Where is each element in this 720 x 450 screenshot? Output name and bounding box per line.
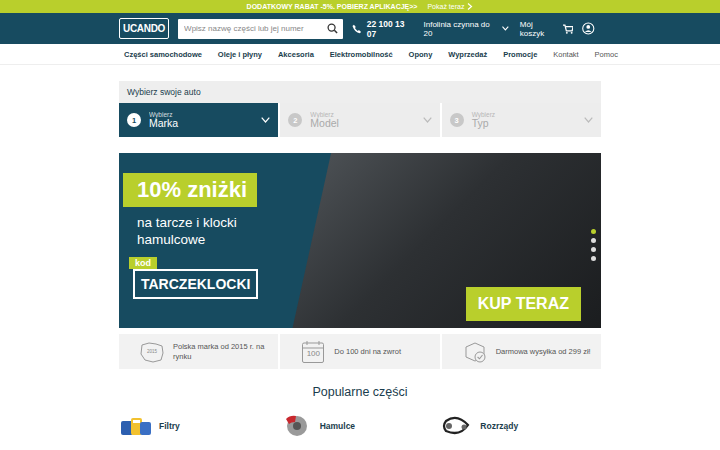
step-hint: Wybierz [472,111,576,118]
carousel-dots [591,229,596,261]
logo[interactable]: UCANDO [119,18,169,39]
cart-label: Mój koszyk [520,20,558,38]
calendar-badge: 100 [307,349,320,358]
promo-banner[interactable]: 10% zniżki na tarcze i klocki hamulcowe ko… [119,153,601,328]
feature-text: Do 100 dni na zwrot [334,347,401,357]
content: Wybierz swoje auto1WybierzMarka2WybierzM… [119,65,601,437]
cart-icon [563,24,574,34]
feature-text: Polska marka od 2015 r. na rynku [173,342,268,362]
nav-item[interactable]: Oleje i płyny [218,50,262,59]
banner-subtitle: na tarcze i klocki hamulcowe [123,215,272,249]
category-label: Hamulce [320,421,355,431]
hotline[interactable]: Infolinia czynna do 20 [423,20,508,38]
category-item[interactable]: Rozrządy [440,415,601,437]
buy-button[interactable]: KUP TERAZ [466,287,581,321]
nav-item[interactable]: Elektromobilność [330,50,393,59]
popular-title: Popularne części [119,385,601,399]
step-number: 1 [127,113,141,127]
category-label: Rozrządy [480,421,518,431]
step-dropdown[interactable]: 2 WybierzModel [280,103,439,137]
chevron-down-icon [423,117,432,123]
nav-item[interactable]: Akcesoria [278,50,314,59]
banner-headline: 10% zniżki [123,173,257,207]
phone-icon [352,24,362,34]
chevron-down-icon [261,117,270,123]
category-item[interactable]: Filtry [119,415,280,437]
main-nav: Części samochodowe Oleje i płyny Akcesoria… [0,44,720,65]
step-text: WybierzModel [310,111,414,130]
step-label: Marka [149,118,253,130]
phone[interactable]: 22 100 13 07 [352,19,414,39]
nav-item[interactable]: Kontakt [553,50,578,59]
step-dropdown[interactable]: 3 WybierzTyp [442,103,601,137]
step-number: 3 [450,113,464,127]
nav-item[interactable]: Części samochodowe [124,50,202,59]
car-selector: Wybierz swoje auto1WybierzMarka2WybierzM… [119,81,601,137]
carousel-dot[interactable] [591,256,596,261]
phone-number: 22 100 13 07 [367,19,415,39]
filters-icon [119,415,153,437]
promo-code: kodTARCZEKLOCKI [123,257,258,299]
chevron-right-icon [467,3,473,10]
step-text: WybierzMarka [149,111,253,130]
map-badge: 2015 [147,349,157,354]
code-value: TARCZEKLOCKI [133,269,258,299]
code-label: kod [129,257,157,269]
carousel-dot[interactable] [591,238,596,243]
step-label: Model [310,118,414,130]
nav-item[interactable]: Pomoc [595,50,618,59]
calendar-icon: 100 [300,340,326,364]
step-text: WybierzTyp [472,111,576,130]
search-input[interactable] [178,24,327,33]
feature: 100 Do 100 dni na zwrot [280,334,439,369]
search-box [178,19,343,39]
category-item[interactable]: Hamulce [280,415,441,437]
step-dropdown[interactable]: 1 WybierzMarka [119,103,278,137]
car-selector-title: Wybierz swoje auto [119,81,601,103]
header: UCANDO 22 100 13 07 Infolinia czynna do 20… [0,13,720,44]
feature: 2015 Polska marka od 2015 r. na rynku [119,334,278,369]
brakes-icon [280,415,314,437]
banner-content: 10% zniżki na tarcze i klocki hamulcowe ko… [119,153,601,299]
step-label: Typ [472,118,576,130]
category-label: Filtry [159,421,180,431]
promo-link[interactable]: Pokaż teraz [427,3,473,10]
feature: Darmowa wysyłka od 299 zł! [442,334,601,369]
nav-item[interactable]: Promocje [503,50,537,59]
step-hint: Wybierz [149,111,253,118]
nav-item[interactable]: Opony [409,50,433,59]
timing-belt-icon [440,415,474,437]
poland-map-icon: 2015 [139,341,165,363]
user-icon[interactable] [582,22,595,35]
delivery-check-icon [462,341,488,363]
carousel-dot[interactable] [591,247,596,252]
step-list: 1WybierzMarka2WybierzModel3WybierzTyp [119,103,601,137]
feature-row: 2015 Polska marka od 2015 r. na rynku 100 D… [119,334,601,369]
cart[interactable]: Mój koszyk [520,20,574,38]
page: DODATKOWY RABAT -5%. POBIERZ APLIKACJĘ>>… [0,0,720,450]
step-number: 2 [288,113,302,127]
feature-text: Darmowa wysyłka od 299 zł! [496,347,591,357]
nav-item[interactable]: Wyprzedaż [448,50,487,59]
chevron-down-icon [502,26,509,31]
category-list: Filtry Hamulce Rozrządy [119,415,601,437]
hotline-text: Infolinia czynna do 20 [423,20,498,38]
search-icon[interactable] [327,23,338,34]
promo-text[interactable]: DODATKOWY RABAT -5%. POBIERZ APLIKACJĘ>> [247,3,418,10]
carousel-dot[interactable] [591,229,596,234]
promo-bar: DODATKOWY RABAT -5%. POBIERZ APLIKACJĘ>>… [0,0,720,13]
step-hint: Wybierz [310,111,414,118]
chevron-down-icon [584,117,593,123]
